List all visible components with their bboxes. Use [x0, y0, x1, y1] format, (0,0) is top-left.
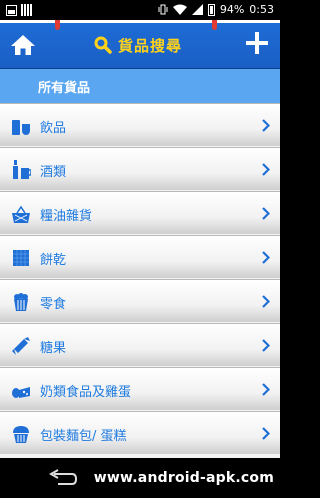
alcohol-icon: [13, 160, 31, 179]
category-label: 餅乾: [40, 253, 67, 268]
drink-icon: [12, 120, 30, 135]
battery-level: 94%: [219, 3, 245, 16]
status-bar: 94% 0:53: [0, 0, 280, 20]
category-item-alcohol[interactable]: 酒類: [0, 147, 280, 190]
battery-icon: [207, 3, 215, 16]
signal-icon: [191, 4, 203, 15]
chevron-right-icon: [262, 383, 270, 396]
watermark-text: www.android-apk.com: [93, 470, 274, 486]
wifi-icon: [172, 4, 187, 15]
category-item-drinks[interactable]: 飲品: [0, 103, 280, 146]
chevron-right-icon: [262, 427, 270, 440]
category-list: 飲品 酒類 糧油雜貨 餅乾 零食 糖果 奶類食品及雞蛋 包裝麵包/ 蛋糕: [0, 103, 280, 458]
cake-icon: [13, 426, 29, 443]
category-item-biscuits[interactable]: 餅乾: [0, 235, 280, 278]
header-decoration: [55, 20, 60, 30]
chevron-right-icon: [262, 251, 270, 264]
chevron-right-icon: [262, 119, 270, 132]
back-button[interactable]: [48, 469, 78, 487]
category-item-dairy[interactable]: 奶類食品及雞蛋: [0, 367, 280, 410]
category-item-candy[interactable]: 糖果: [0, 323, 280, 366]
app-header: 貨品搜尋: [0, 20, 280, 69]
category-label: 零食: [40, 297, 67, 312]
category-label: 糖果: [40, 341, 67, 356]
search-icon: [94, 36, 112, 54]
chevron-right-icon: [262, 163, 270, 176]
system-navigation-bar: www.android-apk.com: [0, 458, 280, 498]
popcorn-icon: [14, 293, 28, 311]
chevron-right-icon: [262, 339, 270, 352]
picture-notification-icon: [6, 4, 17, 16]
category-label: 飲品: [40, 121, 67, 136]
vibrate-icon: [158, 4, 168, 15]
barcode-notification-icon: [21, 4, 33, 16]
candy-icon: [12, 337, 30, 355]
category-item-groceries[interactable]: 糧油雜貨: [0, 191, 280, 234]
page-title: 貨品搜尋: [118, 36, 183, 55]
category-item-snacks[interactable]: 零食: [0, 279, 280, 322]
chevron-right-icon: [262, 207, 270, 220]
header-decoration: [212, 20, 217, 30]
all-goods-item[interactable]: 所有貨品: [0, 69, 280, 103]
category-label: 奶類食品及雞蛋: [40, 385, 132, 400]
category-item-bread-cake[interactable]: 包裝麵包/ 蛋糕: [0, 411, 280, 454]
category-label: 酒類: [40, 165, 67, 180]
basket-icon: [12, 205, 30, 223]
add-button[interactable]: [246, 32, 268, 54]
dairy-icon: [12, 387, 30, 398]
category-label: 糧油雜貨: [40, 209, 93, 224]
biscuit-icon: [13, 250, 29, 266]
chevron-right-icon: [262, 295, 270, 308]
all-goods-label: 所有貨品: [38, 81, 91, 96]
category-label: 包裝麵包/ 蛋糕: [40, 429, 127, 444]
home-button[interactable]: [10, 34, 36, 56]
clock: 0:53: [249, 3, 274, 16]
